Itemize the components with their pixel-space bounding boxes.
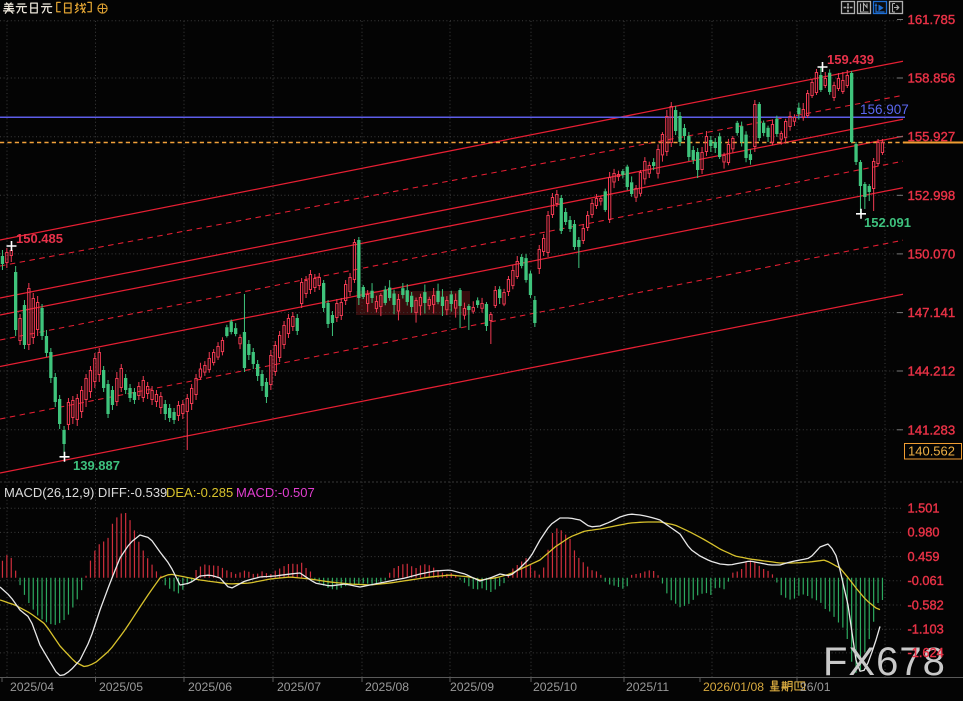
svg-text:1.501: 1.501	[908, 501, 940, 516]
svg-text:-0.061: -0.061	[908, 573, 944, 588]
svg-text:150.485: 150.485	[16, 231, 63, 246]
svg-text:150.070: 150.070	[908, 246, 956, 261]
svg-text:152.998: 152.998	[908, 188, 956, 203]
svg-text:MACD(26,12,9) DIFF:-0.539: MACD(26,12,9) DIFF:-0.539	[4, 485, 167, 500]
svg-text:158.856: 158.856	[908, 71, 956, 86]
svg-text:0.980: 0.980	[908, 525, 940, 540]
svg-text:139.887: 139.887	[73, 458, 120, 473]
svg-text:144.212: 144.212	[908, 364, 956, 379]
svg-text:MACD:-0.507: MACD:-0.507	[236, 485, 315, 500]
svg-text:140.562: 140.562	[908, 444, 955, 459]
svg-text:-1.624: -1.624	[908, 645, 944, 660]
svg-text:-0.582: -0.582	[908, 597, 944, 612]
svg-text:2025/07: 2025/07	[277, 680, 321, 694]
svg-text:-1.103: -1.103	[908, 622, 944, 637]
svg-text:161.785: 161.785	[908, 12, 956, 27]
svg-text:DEA:-0.285: DEA:-0.285	[166, 485, 233, 500]
svg-text:152.091: 152.091	[864, 215, 911, 230]
svg-text:156.907: 156.907	[860, 102, 909, 117]
svg-text:155.927: 155.927	[908, 129, 956, 144]
svg-text:0.459: 0.459	[908, 549, 940, 564]
svg-text:2025/05: 2025/05	[99, 680, 143, 694]
svg-text:2026/01/08: 2026/01/08	[703, 680, 764, 694]
svg-text:2025/06: 2025/06	[188, 680, 232, 694]
svg-text:141.283: 141.283	[908, 422, 956, 437]
svg-text:2025/08: 2025/08	[365, 680, 409, 694]
svg-text:159.439: 159.439	[827, 52, 874, 67]
svg-text:147.141: 147.141	[908, 305, 956, 320]
svg-text:2025/04: 2025/04	[10, 680, 54, 694]
svg-text:2025/10: 2025/10	[533, 680, 577, 694]
svg-text:2025/11: 2025/11	[626, 680, 669, 694]
svg-text:2025/09: 2025/09	[450, 680, 494, 694]
